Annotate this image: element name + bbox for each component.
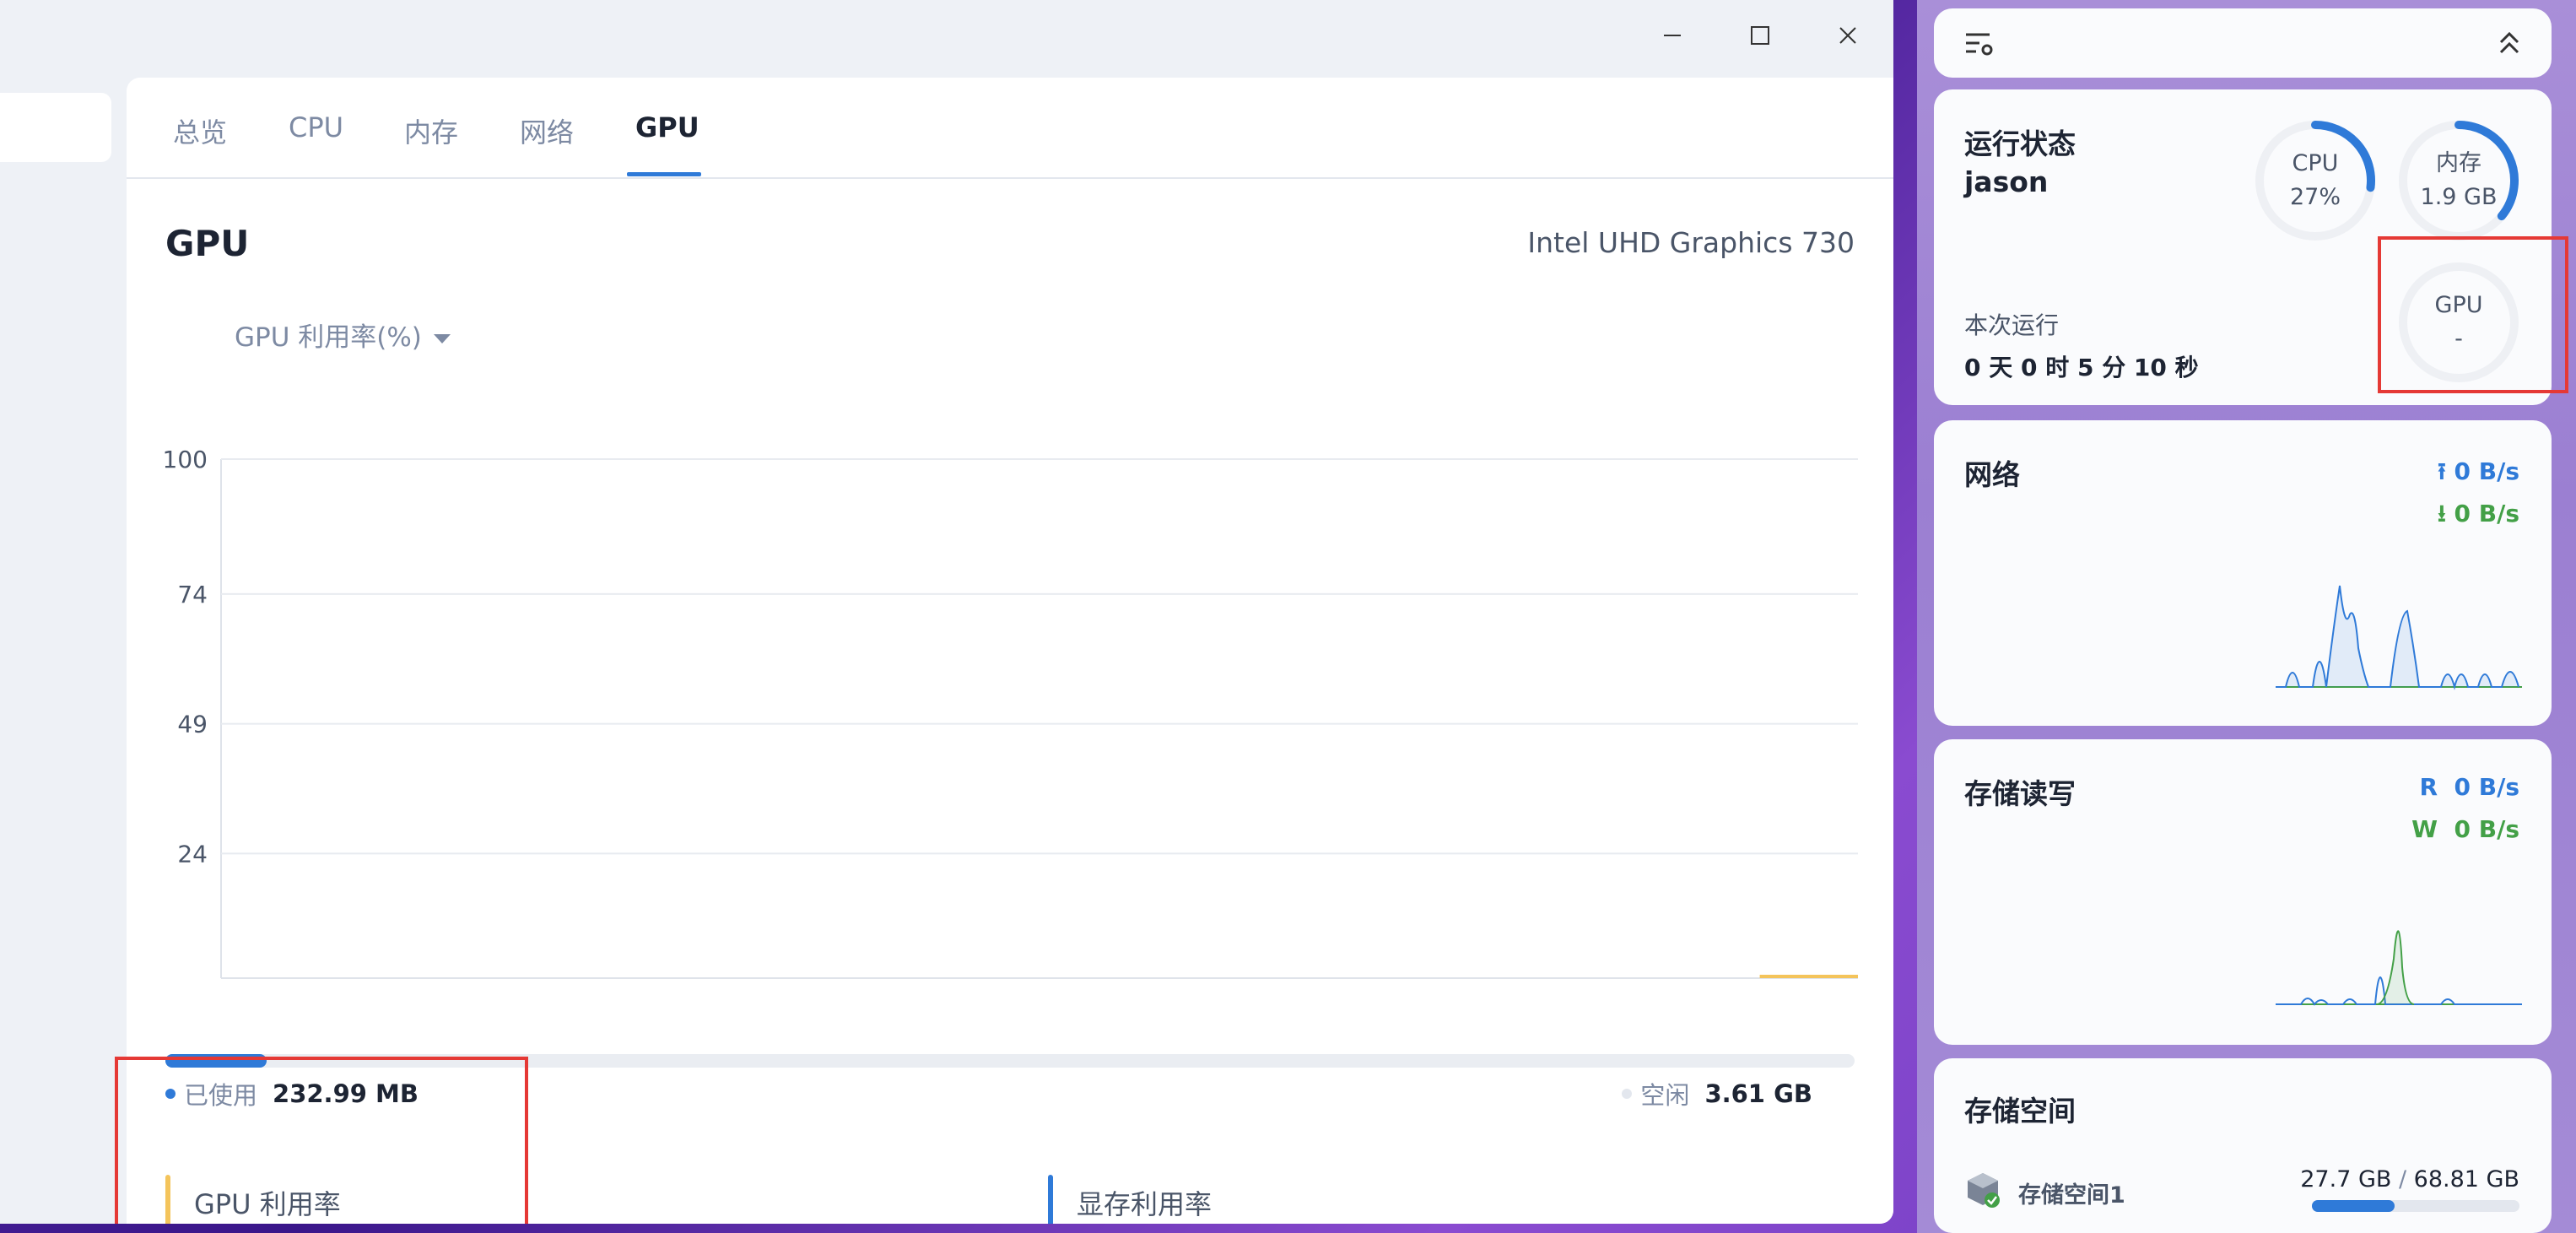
download-rate: ⭳ 0 B/s — [2438, 496, 2519, 537]
network-title: 网络 — [1964, 458, 2020, 491]
disk-read-rate: R 0 B/s — [2419, 773, 2519, 801]
maximize-button[interactable] — [1743, 19, 1777, 52]
disk-io-card: 存储读写 R 0 B/s W 0 B/s — [1934, 739, 2552, 1045]
storage-title: 存储空间 — [1964, 1095, 2076, 1128]
tab-bar: 总览 CPU 内存 网络 GPU — [127, 78, 1893, 179]
chevrons-up-icon[interactable] — [2498, 30, 2521, 57]
resource-monitor-window: 总览 CPU 内存 网络 GPU GPU Intel UHD Graphics … — [0, 0, 1893, 1224]
caret-down-icon — [433, 334, 451, 343]
user-name: jason — [1964, 165, 2049, 198]
chart-y-tick-label: 74 — [177, 581, 208, 608]
disk-write-value: 0 B/s — [2454, 815, 2519, 843]
cpu-gauge-value: 27% — [2289, 184, 2341, 210]
minimize-icon — [1664, 35, 1681, 36]
content-card: 总览 CPU 内存 网络 GPU GPU Intel UHD Graphics … — [127, 78, 1893, 1224]
memory-gauge-value: 1.9 GB — [2420, 184, 2498, 210]
upload-rate: ⭱ 0 B/s — [2438, 454, 2519, 495]
filter-settings-icon[interactable] — [1964, 30, 1995, 57]
storage-used: 27.7 GB — [2300, 1166, 2392, 1192]
tab-memory[interactable]: 内存 — [404, 111, 458, 150]
disk-write-prefix: W — [2411, 815, 2438, 843]
close-button[interactable] — [1831, 19, 1865, 52]
chart-y-tick-label: 24 — [177, 840, 208, 868]
highlight-box-gpu-gauge — [2378, 236, 2568, 393]
vram-free-value: 3.61 GB — [1704, 1079, 1812, 1108]
highlight-box-gpu-utilization — [115, 1057, 528, 1224]
upload-icon: ⭱ — [2437, 457, 2446, 485]
maximize-icon — [1751, 26, 1769, 45]
storage-usage-text: 27.7 GB / 68.81 GB — [2300, 1166, 2519, 1192]
gpu-model-name: Intel UHD Graphics 730 — [1527, 226, 1855, 259]
free-legend-dot — [1622, 1089, 1633, 1099]
storage-usage-bar — [2312, 1200, 2519, 1212]
side-widget-panel: 运行状态 jason 本次运行 0 天 0 时 5 分 10 秒 CPU 27%… — [1917, 0, 2576, 1233]
sidebar-selected-item[interactable] — [0, 93, 111, 162]
gpu-usage-chart: 100 74 49 24 — [163, 446, 1858, 979]
metric-dropdown-label: GPU 利用率(%) — [235, 322, 422, 353]
memory-gauge: 内存 1.9 GB — [2395, 116, 2523, 245]
disk-read-prefix: R — [2419, 773, 2438, 801]
status-title: 运行状态 — [1964, 127, 2076, 160]
vram-utilization-value: 6% — [1077, 1217, 1142, 1224]
minimize-button[interactable] — [1655, 19, 1689, 52]
disk-read-value: 0 B/s — [2454, 773, 2519, 801]
chart-y-tick-label: 100 — [163, 446, 208, 473]
cpu-gauge-label: CPU — [2292, 150, 2339, 176]
metric-dropdown[interactable]: GPU 利用率(%) — [235, 316, 451, 354]
vram-utilization-accent — [1048, 1175, 1053, 1224]
tab-cpu[interactable]: CPU — [289, 111, 343, 143]
disk-write-rate: W 0 B/s — [2411, 815, 2519, 843]
memory-gauge-label: 内存 — [2436, 150, 2481, 176]
uptime-label: 本次运行 — [1964, 311, 2060, 339]
upload-rate-value: 0 B/s — [2454, 457, 2519, 485]
tab-gpu[interactable]: GPU — [635, 111, 699, 143]
panel-title: GPU — [165, 223, 250, 264]
chart-y-tick-label: 49 — [177, 711, 208, 738]
download-icon: ⭳ — [2437, 500, 2446, 527]
active-tab-indicator — [627, 172, 701, 176]
storage-total: 68.81 GB — [2413, 1166, 2519, 1192]
tab-network[interactable]: 网络 — [520, 111, 574, 150]
cpu-gauge: CPU 27% — [2251, 116, 2379, 245]
storage-card: 存储空间 存储空间1 27.7 GB / 68.81 GB — [1934, 1058, 2552, 1233]
storage-usage-fill — [2312, 1200, 2395, 1212]
storage-volume-name[interactable]: 存储空间1 — [2018, 1176, 2125, 1209]
disk-io-sparkline — [2276, 930, 2522, 1006]
vram-free-label: 空闲 — [1640, 1081, 1690, 1110]
vram-free: 空闲 3.61 GB — [1622, 1076, 1812, 1111]
download-rate-value: 0 B/s — [2454, 500, 2519, 527]
uptime-value: 0 天 0 时 5 分 10 秒 — [1964, 354, 2199, 381]
storage-volume-icon — [1968, 1173, 2000, 1208]
close-icon — [1839, 27, 1856, 44]
network-sparkline — [2276, 585, 2522, 690]
network-card: 网络 ⭱ 0 B/s ⭳ 0 B/s — [1934, 420, 2552, 726]
disk-io-title: 存储读写 — [1964, 777, 2076, 810]
tab-overview[interactable]: 总览 — [173, 111, 227, 150]
widget-toolbar — [1934, 8, 2552, 78]
